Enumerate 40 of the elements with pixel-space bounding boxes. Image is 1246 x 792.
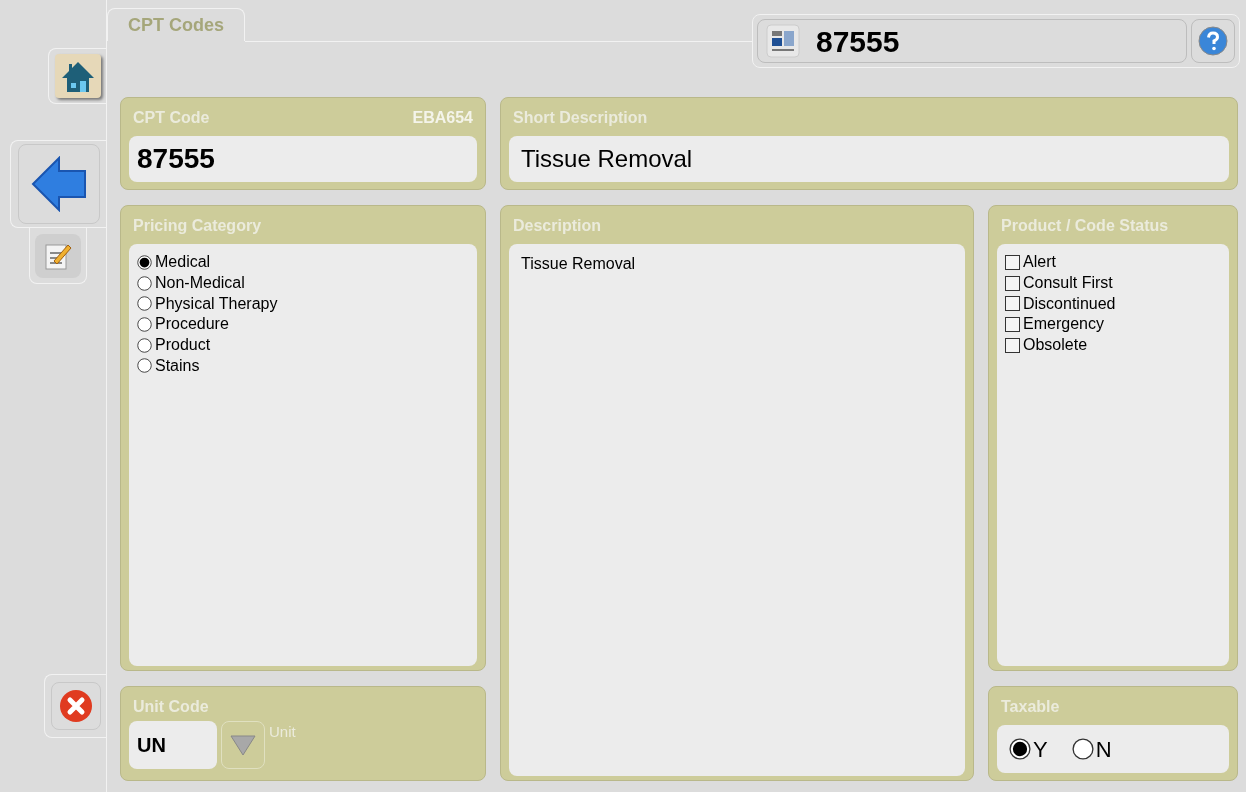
radio-button[interactable]	[137, 358, 152, 374]
checkbox[interactable]	[1005, 275, 1020, 291]
help-button[interactable]	[1191, 19, 1235, 63]
radio-button[interactable]	[1009, 738, 1031, 760]
field-label: Pricing Category	[132, 216, 263, 236]
radio-button[interactable]	[137, 296, 152, 312]
field-label: Unit Code	[132, 697, 210, 717]
option-label[interactable]: N	[1095, 732, 1112, 766]
radio-button[interactable]	[137, 316, 152, 332]
field-label: Taxable	[1000, 697, 1061, 717]
field-label: Product / Code Status	[1000, 216, 1170, 236]
layout-icon	[766, 24, 800, 58]
description-text: Tissue Removal	[521, 255, 636, 272]
back-arrow-icon	[30, 156, 87, 212]
record-id: EBA654	[412, 108, 473, 128]
radio-button[interactable]	[137, 275, 152, 291]
cancel-button[interactable]	[50, 682, 101, 730]
field-label: Short Description	[512, 108, 649, 128]
checkbox[interactable]	[1005, 254, 1020, 270]
record-code: 87555	[816, 23, 900, 60]
description-field[interactable]: Tissue Removal	[509, 244, 965, 776]
unit-label: Unit	[269, 722, 296, 742]
checkbox[interactable]	[1005, 296, 1020, 312]
home-button[interactable]	[54, 54, 101, 98]
field-label: Description	[512, 216, 602, 236]
radio-button[interactable]	[1071, 738, 1094, 760]
checkbox[interactable]	[1005, 337, 1020, 353]
checkbox[interactable]	[1005, 316, 1020, 332]
radio-button[interactable]	[137, 337, 152, 353]
close-icon	[58, 689, 93, 723]
cpt-code-field[interactable]: 87555	[129, 136, 477, 182]
unit-code-field[interactable]: UN	[129, 721, 217, 769]
edit-button[interactable]	[35, 233, 81, 278]
short-description-field[interactable]: Tissue Removal	[509, 136, 1229, 182]
radio-button[interactable]	[137, 254, 152, 270]
help-icon	[1198, 26, 1228, 56]
back-button[interactable]	[17, 144, 100, 224]
option-label[interactable]: Y	[1033, 732, 1048, 766]
triangle-icon	[229, 733, 257, 757]
field-label: CPT Code	[133, 108, 210, 128]
